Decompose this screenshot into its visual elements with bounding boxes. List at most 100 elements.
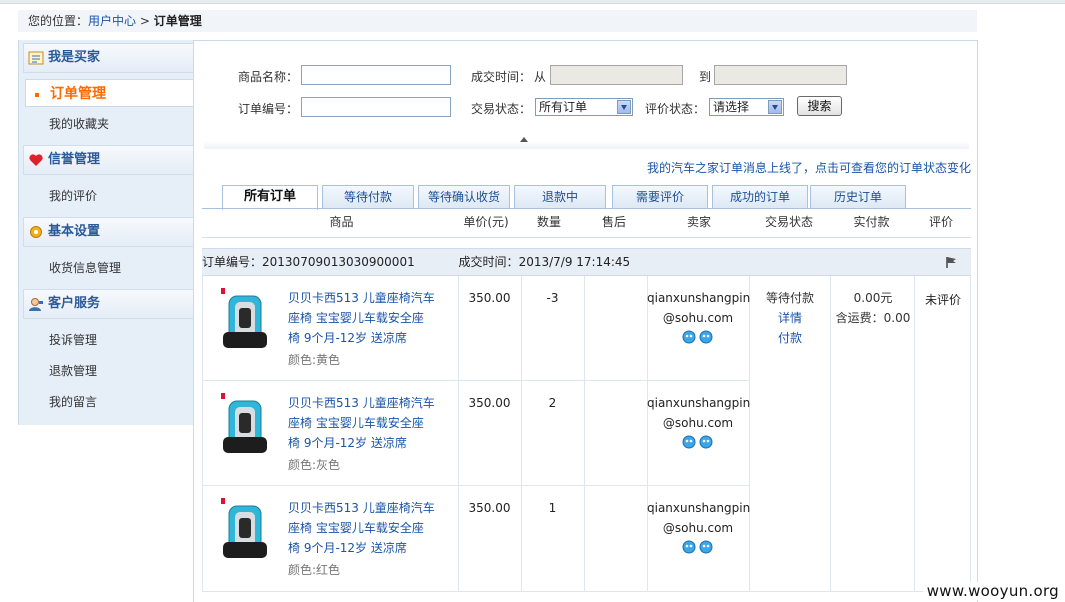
heart-icon	[29, 154, 43, 166]
column-header-seller: 卖家	[686, 215, 711, 229]
breadcrumb: 您的位置：用户中心 > 订单管理	[18, 10, 977, 32]
review-status-value: 请选择	[713, 100, 750, 114]
column-header-unit-price: 单价(元)	[463, 215, 509, 229]
tab-awaiting-receipt[interactable]: 等待确认收货	[418, 185, 510, 209]
product-thumbnail-car-seat[interactable]	[217, 498, 273, 566]
product-name-input[interactable]	[301, 65, 451, 85]
main-panel: 商品名称： 成交时间： 从 到 订单编号： 交易状态： 所有订单 评价状态： 请…	[193, 40, 978, 602]
header-underline	[202, 237, 971, 238]
shipping-fee: 含运费：0.00	[835, 311, 911, 325]
quantity: 1	[548, 501, 557, 515]
search-separator	[204, 141, 969, 149]
quantity: 2	[548, 396, 557, 410]
tab-successful-orders[interactable]: 成功的订单	[712, 185, 808, 209]
unit-price: 350.00	[468, 396, 511, 410]
sidebar-item-complaints[interactable]: 投诉管理	[23, 326, 194, 354]
sidebar-item-refunds[interactable]: 退款管理	[23, 357, 194, 385]
sidebar-item-label: 退款管理	[49, 364, 98, 378]
wangwang-chat-icon[interactable]	[681, 540, 715, 554]
sidebar-item-my-reviews[interactable]: 我的评价	[23, 182, 194, 210]
product-thumbnail-car-seat[interactable]	[217, 393, 273, 461]
order-pay-link[interactable]: 付款	[750, 328, 830, 348]
sidebar-section-settings[interactable]: 基本设置	[23, 217, 194, 247]
top-border	[0, 0, 1065, 4]
order-deal-time-value: 2013/7/9 17:14:45	[518, 255, 631, 269]
quantity: -3	[546, 291, 559, 305]
sidebar-item-label: 收货信息管理	[49, 261, 122, 275]
column-header-trade-status: 交易状态	[764, 215, 813, 229]
wangwang-chat-icon[interactable]	[681, 330, 715, 344]
product-color: 颜色:黄色	[288, 353, 341, 367]
seller-link[interactable]: qianxunshangpin @sohu.com	[647, 288, 750, 328]
order-header-bar: 订单编号：20130709013030900001 成交时间：2013/7/9 …	[202, 248, 971, 276]
deal-time-from-label: 从	[534, 70, 547, 84]
tab-refunding[interactable]: 退款中	[514, 185, 606, 209]
product-thumbnail-car-seat[interactable]	[217, 288, 273, 356]
sidebar-item-label: 我的收藏夹	[49, 117, 110, 131]
sidebar-section-title: 客户服务	[48, 296, 101, 311]
active-bullet	[35, 93, 39, 97]
sidebar-section-title: 我是买家	[48, 50, 101, 65]
sidebar-item-label: 投诉管理	[49, 333, 98, 347]
sidebar-item-messages[interactable]: 我的留言	[23, 388, 194, 416]
order-detail-link[interactable]: 详情	[750, 308, 830, 328]
wangwang-chat-icon[interactable]	[681, 435, 715, 449]
sidebar-item-order-management[interactable]: 订单管理	[25, 79, 196, 107]
breadcrumb-prefix: 您的位置：	[28, 14, 89, 28]
collapse-caret-icon[interactable]	[520, 137, 528, 142]
tab-underline	[202, 208, 971, 209]
tab-need-review[interactable]: 需要评价	[612, 185, 708, 209]
deal-time-to-label: 到	[699, 70, 712, 84]
sidebar-section-reputation[interactable]: 信誉管理	[23, 145, 194, 175]
customer-service-icon	[29, 298, 43, 311]
product-name-link[interactable]: 贝贝卡西513 儿童座椅汽车 座椅 宝宝婴儿车载安全座 椅 9个月-12岁 送凉…	[288, 288, 438, 348]
trade-status-text: 等待付款	[765, 291, 814, 305]
sidebar: 我是买家 订单管理 我的收藏夹 信誉管理 我的评价 基本设置 收货信息管理 客户…	[18, 40, 196, 425]
sidebar-item-favorites[interactable]: 我的收藏夹	[23, 110, 194, 138]
breadcrumb-current: 订单管理	[153, 14, 202, 28]
sidebar-item-label: 订单管理	[50, 86, 106, 102]
review-status-select[interactable]: 请选择	[709, 98, 784, 116]
search-button[interactable]: 搜索	[797, 96, 842, 116]
order-no-value: 20130709013030900001	[262, 255, 415, 269]
column-header-paid: 实付款	[853, 215, 890, 229]
order-no-label: 订单编号：	[202, 255, 263, 269]
tab-awaiting-payment[interactable]: 等待付款	[322, 185, 414, 209]
seller-link[interactable]: qianxunshangpin @sohu.com	[647, 498, 750, 538]
deal-time-from-input[interactable]	[550, 65, 683, 85]
sidebar-item-shipping-info[interactable]: 收货信息管理	[23, 254, 194, 282]
chevron-down-icon	[768, 100, 782, 114]
sidebar-section-title: 基本设置	[48, 224, 101, 239]
product-name-link[interactable]: 贝贝卡西513 儿童座椅汽车 座椅 宝宝婴儿车载安全座 椅 9个月-12岁 送凉…	[288, 393, 438, 453]
sidebar-section-buyer[interactable]: 我是买家	[23, 43, 194, 73]
product-name-link[interactable]: 贝贝卡西513 儿童座椅汽车 座椅 宝宝婴儿车载安全座 椅 9个月-12岁 送凉…	[288, 498, 438, 558]
product-color: 颜色:红色	[288, 563, 341, 577]
notepad-icon	[28, 51, 44, 65]
column-header-after-sales: 售后	[601, 215, 626, 229]
order-notice-link[interactable]: 我的汽车之家订单消息上线了，点击可查看您的订单状态变化	[647, 159, 971, 176]
seller-link[interactable]: qianxunshangpin @sohu.com	[647, 393, 750, 433]
unit-price: 350.00	[468, 501, 511, 515]
flag-icon[interactable]	[945, 256, 957, 268]
sidebar-item-label: 我的留言	[49, 395, 98, 409]
order-no-label: 订单编号：	[238, 102, 299, 116]
order-deal-time-label: 成交时间：	[458, 255, 519, 269]
unit-price: 350.00	[468, 291, 511, 305]
trade-status-value: 所有订单	[539, 100, 588, 114]
sidebar-item-label: 我的评价	[49, 189, 98, 203]
order-no-input[interactable]	[301, 97, 451, 117]
tab-history-orders[interactable]: 历史订单	[810, 185, 906, 209]
order-items-grid: 贝贝卡西513 儿童座椅汽车 座椅 宝宝婴儿车载安全座 椅 9个月-12岁 送凉…	[202, 276, 971, 592]
trade-status-cell: 等待付款 详情 付款	[750, 288, 830, 348]
column-header-quantity: 数量	[536, 215, 561, 229]
sidebar-section-customer-service[interactable]: 客户服务	[23, 289, 194, 319]
tab-all-orders[interactable]: 所有订单	[222, 185, 318, 210]
watermark: www.wooyun.org	[922, 582, 1063, 600]
breadcrumb-link-user-center[interactable]: 用户中心	[88, 14, 136, 28]
trade-status-select[interactable]: 所有订单	[535, 98, 633, 116]
breadcrumb-separator: >	[136, 14, 154, 28]
trade-status-label: 交易状态：	[471, 102, 532, 116]
sidebar-section-title: 信誉管理	[48, 152, 101, 167]
paid-amount: 0.00元	[853, 291, 893, 305]
deal-time-to-input[interactable]	[714, 65, 847, 85]
